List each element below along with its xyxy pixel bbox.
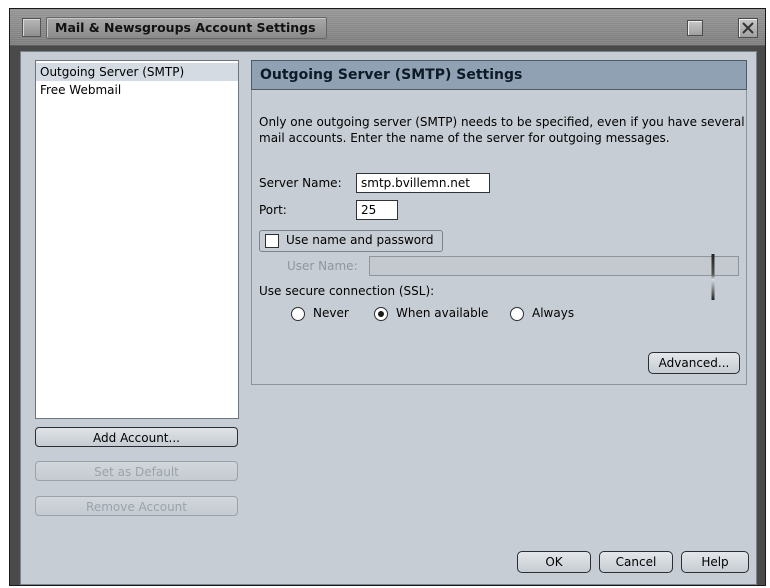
window-title: Mail & Newsgroups Account Settings [55, 20, 316, 35]
remove-account-button[interactable]: Remove Account [35, 496, 238, 516]
use-name-password-checkbox[interactable] [265, 234, 279, 248]
ssl-label: Use secure connection (SSL): [259, 284, 435, 298]
account-list[interactable]: Outgoing Server (SMTP) Free Webmail [35, 60, 239, 419]
settings-description: Only one outgoing server (SMTP) needs to… [259, 115, 745, 145]
ssl-always-radio[interactable] [510, 307, 524, 321]
dialog-content: Outgoing Server (SMTP) Free Webmail Add … [20, 51, 757, 585]
set-as-default-button[interactable]: Set as Default [35, 461, 238, 481]
title-tab: Mail & Newsgroups Account Settings [46, 17, 327, 39]
settings-title: Outgoing Server (SMTP) Settings [260, 67, 523, 83]
ssl-when-available-label: When available [396, 306, 489, 320]
cancel-button[interactable]: Cancel [599, 551, 673, 573]
ssl-never-label: Never [313, 306, 349, 320]
drag-handle-icon[interactable] [707, 254, 719, 300]
dialog-window: Mail & Newsgroups Account Settings Outgo… [9, 8, 766, 586]
user-name-label: User Name: [287, 259, 358, 273]
close-icon[interactable] [738, 18, 758, 38]
title-bar[interactable]: Mail & Newsgroups Account Settings [10, 9, 765, 46]
add-account-button[interactable]: Add Account... [35, 427, 238, 447]
use-name-password-checkbox-group[interactable]: Use name and password [259, 230, 443, 252]
port-input[interactable] [356, 200, 398, 220]
help-button[interactable]: Help [681, 551, 749, 573]
port-label: Port: [259, 203, 287, 217]
server-name-input[interactable] [356, 173, 490, 193]
use-name-password-label: Use name and password [286, 233, 434, 247]
ssl-always-label: Always [532, 306, 575, 320]
server-name-label: Server Name: [259, 176, 342, 190]
account-item-free-webmail[interactable]: Free Webmail [36, 81, 238, 99]
settings-header: Outgoing Server (SMTP) Settings [251, 60, 747, 90]
account-item-outgoing-server[interactable]: Outgoing Server (SMTP) [36, 63, 238, 81]
maximize-icon[interactable] [687, 20, 703, 36]
ok-button[interactable]: OK [517, 551, 591, 573]
advanced-button[interactable]: Advanced... [648, 352, 740, 374]
user-name-input[interactable] [369, 256, 739, 276]
window-menu-icon[interactable] [22, 18, 41, 37]
ssl-never-radio[interactable] [291, 307, 305, 321]
ssl-when-available-radio[interactable] [374, 307, 388, 321]
